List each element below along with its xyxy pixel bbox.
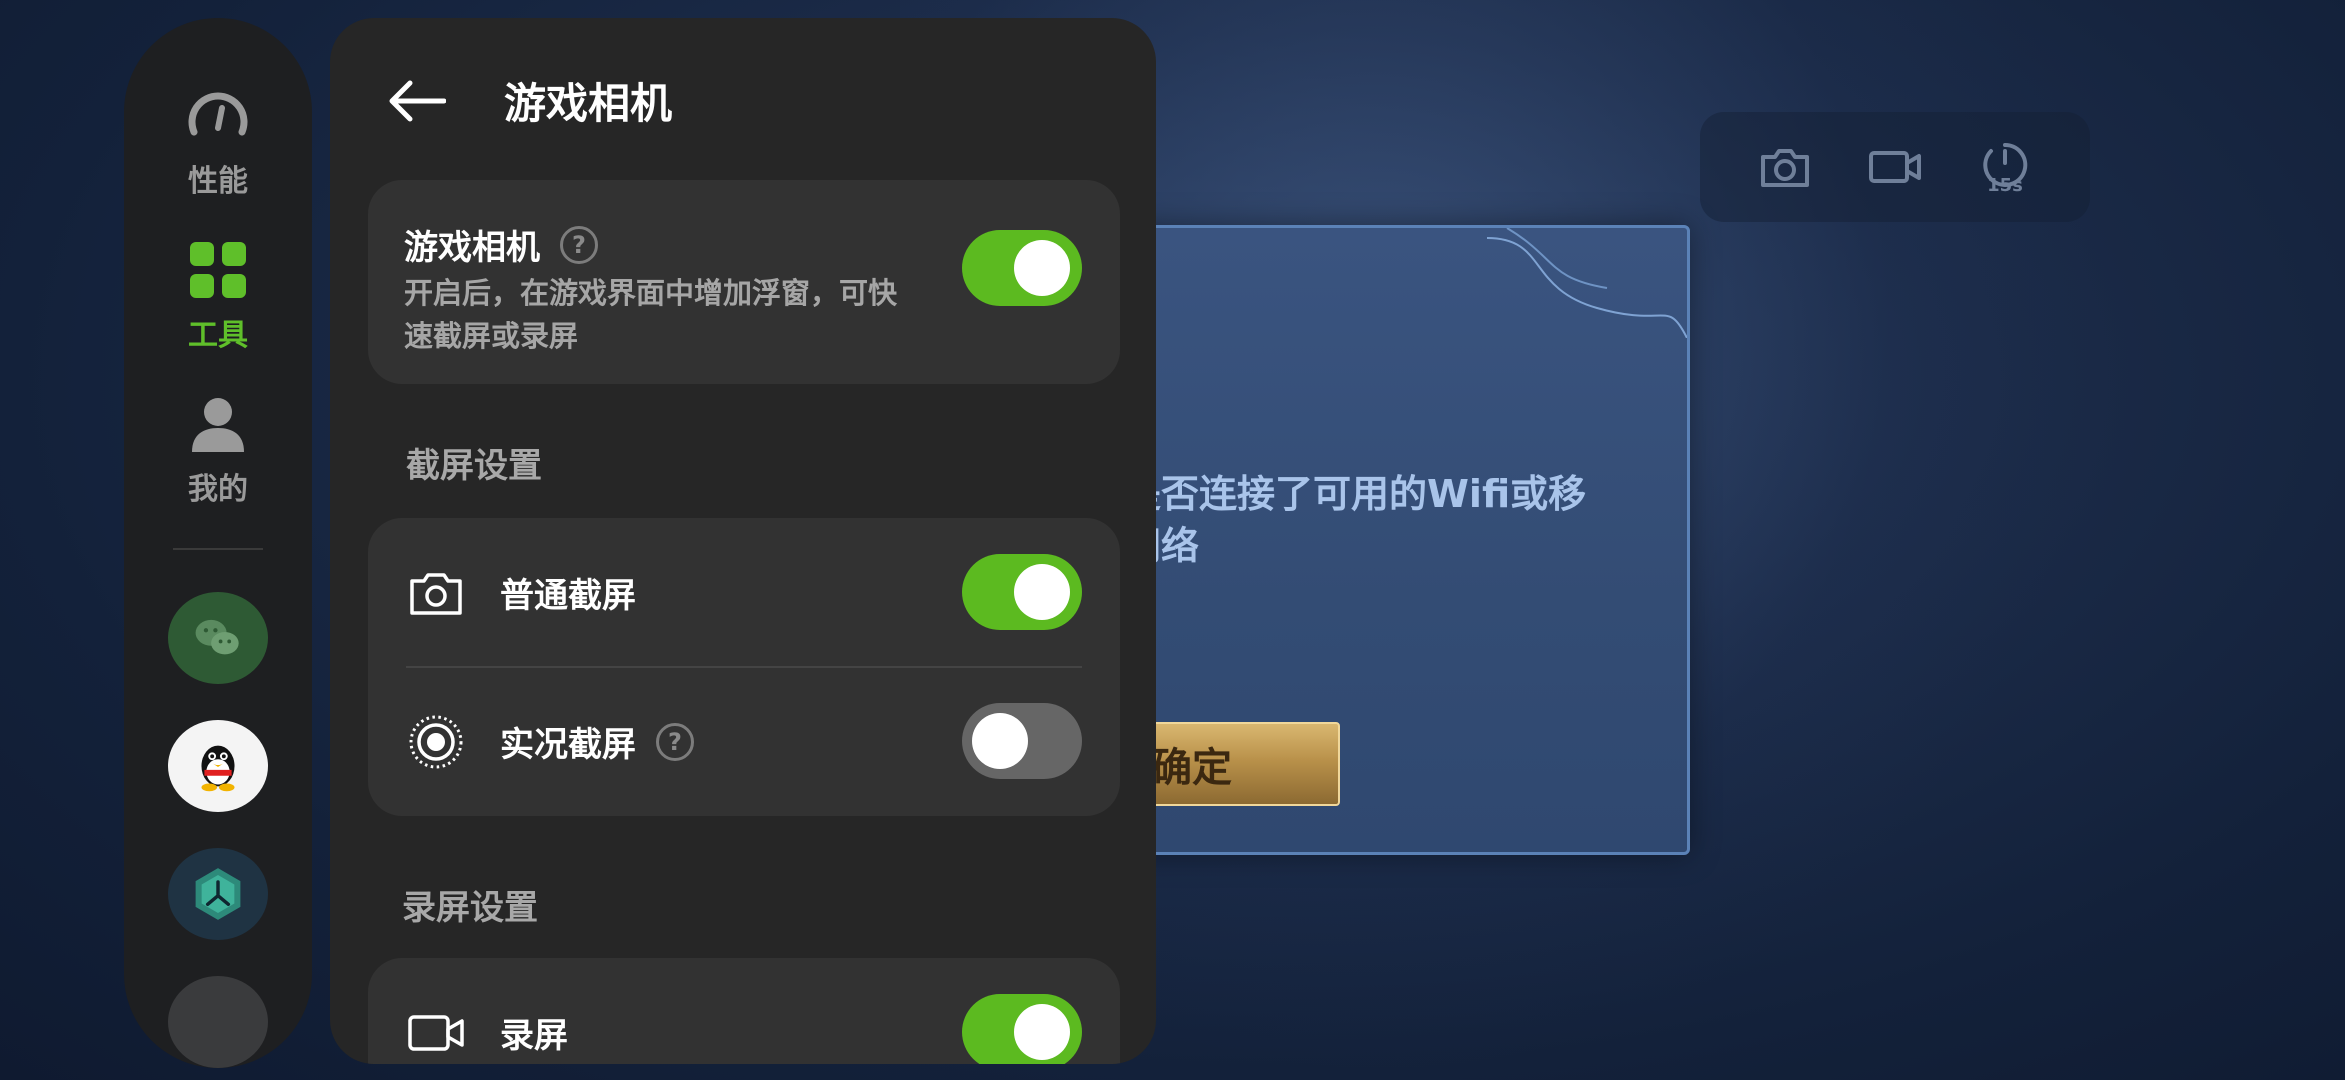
live-screenshot-label: 实况截屏 [500, 725, 636, 765]
floating-camera-toolbar: 15s [1700, 112, 2090, 222]
qq-app-button[interactable] [168, 719, 268, 812]
normal-screenshot-toggle[interactable] [962, 554, 1082, 630]
record-label: 录屏 [500, 1016, 568, 1056]
dialog-decoration [1487, 228, 1687, 338]
toggle-knob [1014, 564, 1070, 620]
dialog-message: 是否连接了可用的Wifi或移 网络 [1123, 472, 1587, 568]
video-camera-icon[interactable] [1865, 137, 1925, 197]
timer-icon[interactable]: 15s [1975, 137, 2035, 197]
toggle-knob [1014, 240, 1070, 296]
game-camera-toggle[interactable] [962, 230, 1082, 306]
qq-icon [201, 745, 235, 792]
screenshot-section-label: 截屏设置 [406, 446, 542, 486]
wechat-app-button[interactable] [168, 591, 268, 684]
rail-label-mine: 我的 [188, 472, 248, 507]
game-camera-title: 游戏相机 [404, 228, 540, 268]
back-arrow-icon[interactable] [386, 79, 446, 123]
third-app-button[interactable] [168, 847, 268, 940]
rail-label-performance: 性能 [188, 164, 248, 199]
rail-item-mine[interactable]: 我的 [182, 388, 254, 508]
person-icon [192, 398, 244, 452]
normal-screenshot-row: 普通截屏 [368, 518, 1120, 667]
page-title: 游戏相机 [504, 79, 673, 128]
timer-label: 15s [1987, 175, 2023, 196]
toggle-knob [1014, 1004, 1070, 1060]
record-settings-card: 录屏 [368, 958, 1120, 1064]
record-row: 录屏 [368, 958, 1120, 1064]
normal-screenshot-label: 普通截屏 [500, 576, 636, 616]
help-icon[interactable]: ? [656, 722, 694, 761]
rail-label-tools: 工具 [188, 318, 248, 353]
screenshot-settings-card: 普通截屏 实况截屏 ? [368, 518, 1120, 816]
video-camera-icon [408, 1014, 464, 1051]
app-icon [195, 868, 241, 920]
record-toggle[interactable] [962, 994, 1082, 1064]
grid-icon [190, 242, 246, 298]
record-section-label: 录屏设置 [402, 888, 538, 928]
speedometer-icon [188, 92, 248, 136]
camera-icon[interactable] [1755, 137, 1815, 197]
rail-item-tools[interactable]: 工具 [182, 234, 254, 354]
game-camera-description: 开启后，在游戏界面中增加浮窗，可快速截屏或录屏 [404, 276, 898, 353]
toggle-knob [972, 713, 1028, 769]
live-screenshot-toggle[interactable] [962, 703, 1082, 779]
wechat-icon [195, 619, 239, 655]
rail-item-performance[interactable]: 性能 [182, 80, 254, 200]
camera-icon [410, 572, 462, 615]
help-icon[interactable]: ? [560, 225, 598, 264]
live-photo-icon [409, 715, 463, 768]
game-camera-card: 游戏相机 ? 开启后，在游戏界面中增加浮窗，可快速截屏或录屏 [368, 180, 1120, 384]
rail-divider [173, 548, 263, 550]
game-camera-settings-panel: 游戏相机 游戏相机 ? 开启后，在游戏界面中增加浮窗，可快速截屏或录屏 截屏设置… [330, 18, 1156, 1064]
fourth-app-button[interactable] [168, 975, 268, 1068]
live-screenshot-row: 实况截屏 ? [368, 667, 1120, 816]
side-rail: 性能 工具 我的 [124, 18, 312, 1068]
panel-header: 游戏相机 [330, 18, 1156, 183]
